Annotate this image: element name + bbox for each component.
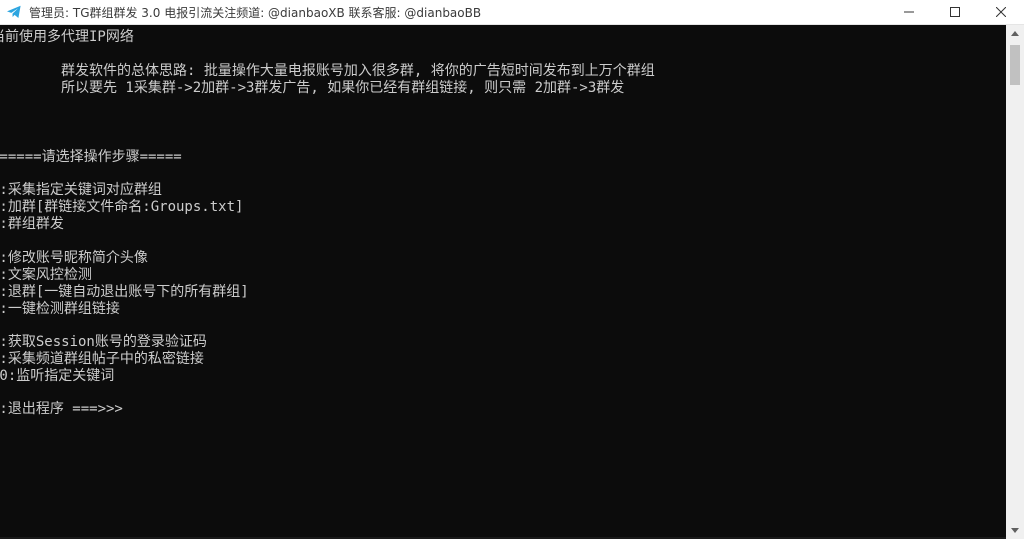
maximize-button[interactable] xyxy=(932,0,978,24)
close-icon xyxy=(996,7,1006,17)
window-controls xyxy=(886,0,1024,24)
network-status-line: 当前使用多代理IP网络 xyxy=(0,29,134,45)
minimize-icon xyxy=(904,11,914,13)
menu-item: 2:加群[群链接文件命名:Groups.txt] xyxy=(0,199,244,215)
title-bar[interactable]: 管理员: TG群组群发 3.0 电报引流关注频道: @dianbaoXB 联系客… xyxy=(0,0,1024,25)
menu-item: 6:退群[一键自动退出账号下的所有群组] xyxy=(0,284,249,300)
menu-item: 8:获取Session账号的登录验证码 xyxy=(0,334,207,350)
menu-item: 9:采集频道群组帖子中的私密链接 xyxy=(0,351,204,367)
input-prompt[interactable]: 0:退出程序 ===>>> xyxy=(0,401,123,418)
window-title: 管理员: TG群组群发 3.0 电报引流关注频道: @dianbaoXB 联系客… xyxy=(29,5,482,20)
scroll-up-arrow-icon[interactable] xyxy=(1006,25,1024,42)
telegram-plane-icon xyxy=(6,4,22,20)
intro-line: 群发软件的总体思路: 批量操作大量电报账号加入很多群, 将你的广告短时间发布到上… xyxy=(61,63,655,79)
intro-line: 所以要先 1采集群->2加群->3群发广告, 如果你已经有群组链接, 则只需 2… xyxy=(61,80,625,96)
scroll-down-arrow-icon[interactable] xyxy=(1006,522,1024,539)
close-button[interactable] xyxy=(978,0,1024,24)
console-window: 管理员: TG群组群发 3.0 电报引流关注频道: @dianbaoXB 联系客… xyxy=(0,0,1024,539)
menu-item: 5:文案风控检测 xyxy=(0,267,92,283)
maximize-icon xyxy=(950,7,960,17)
menu-item: 3:群组群发 xyxy=(0,216,64,232)
scrollbar-thumb[interactable] xyxy=(1010,45,1020,85)
menu-item: 10:监听指定关键词 xyxy=(0,368,115,384)
menu-item: 7:一键检测群组链接 xyxy=(0,301,120,317)
console-output[interactable]: 当前使用多代理IP网络 群发软件的总体思路: 批量操作大量电报账号加入很多群, … xyxy=(0,25,1006,539)
menu-item: 4:修改账号昵称简介头像 xyxy=(0,250,148,266)
minimize-button[interactable] xyxy=(886,0,932,24)
vertical-scrollbar[interactable] xyxy=(1006,25,1024,539)
menu-item: 1:采集指定关键词对应群组 xyxy=(0,182,162,198)
menu-header: ======请选择操作步骤===== xyxy=(0,149,182,165)
